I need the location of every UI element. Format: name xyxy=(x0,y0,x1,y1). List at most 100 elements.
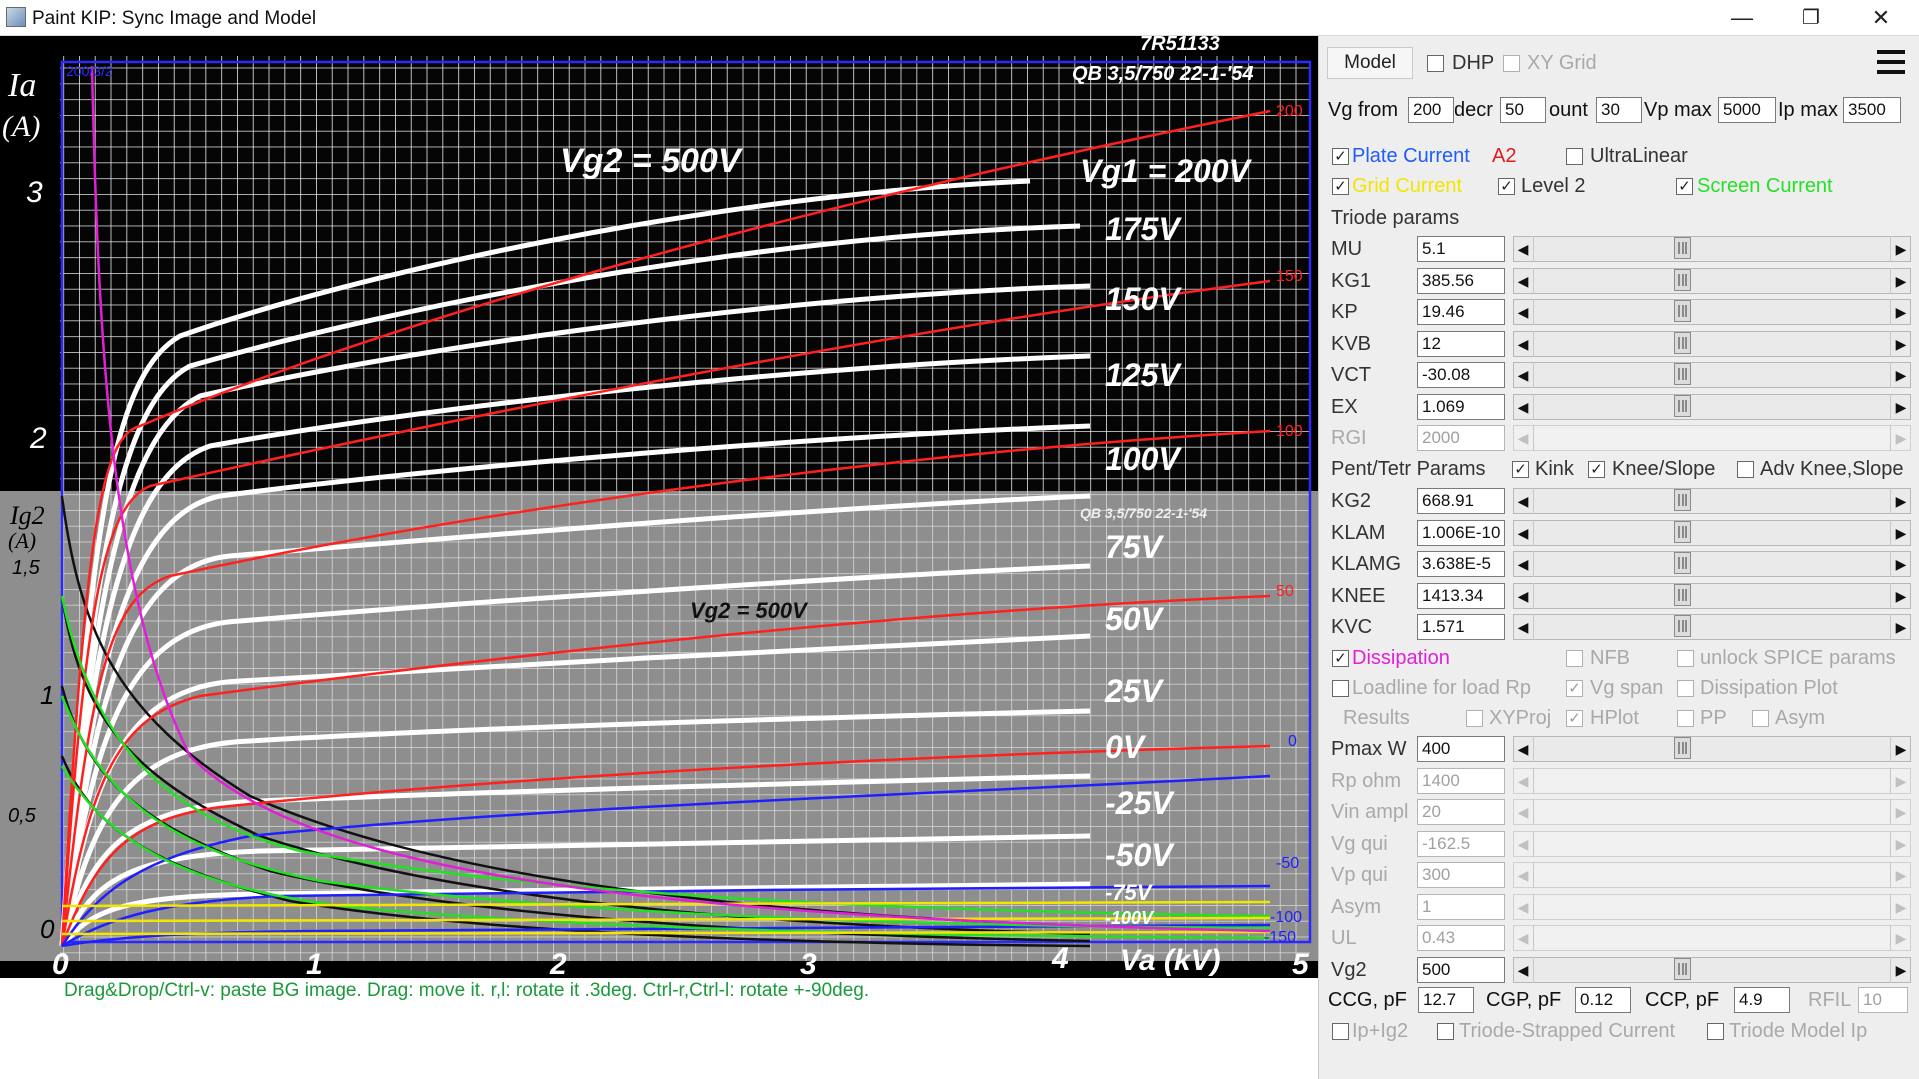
ccp-input[interactable] xyxy=(1734,987,1790,1013)
vp-max-input[interactable] xyxy=(1718,97,1776,123)
param-input-ex[interactable] xyxy=(1417,394,1505,420)
adv-knee-checkbox[interactable] xyxy=(1737,461,1754,478)
slider-kp[interactable]: ◀ ▶ xyxy=(1513,299,1911,325)
pent-params-heading: Pent/Tetr Params xyxy=(1331,458,1486,480)
overlay-label-0: 0 xyxy=(1288,733,1297,750)
status-hint: Drag&Drop/Ctrl-v: paste BG image. Drag: … xyxy=(64,980,870,1001)
model-button[interactable]: Model xyxy=(1327,47,1413,79)
param-input-kp[interactable] xyxy=(1417,299,1505,325)
xy-grid-checkbox[interactable] xyxy=(1503,55,1520,72)
close-button[interactable]: ✕ xyxy=(1847,0,1915,35)
slider-vg2[interactable]: ◀ ▶ xyxy=(1513,957,1911,983)
ip-ig2-checkbox[interactable] xyxy=(1332,1023,1349,1040)
param-input-vg2[interactable] xyxy=(1417,957,1505,983)
triode-model-ip-checkbox[interactable] xyxy=(1707,1023,1724,1040)
kink-checkbox[interactable]: ✓ xyxy=(1512,461,1529,478)
slider-klamg[interactable]: ◀ ▶ xyxy=(1513,551,1911,577)
cgp-input[interactable] xyxy=(1575,987,1631,1013)
vg-span-label: Vg span xyxy=(1590,677,1664,699)
slider-kvb[interactable]: ◀ ▶ xyxy=(1513,331,1911,357)
y-tick-2: 2 xyxy=(29,422,47,455)
pp-checkbox[interactable] xyxy=(1677,710,1694,727)
kink-label: Kink xyxy=(1535,458,1574,480)
dissipation-checkbox[interactable]: ✓ xyxy=(1332,650,1349,667)
param-input-knee[interactable] xyxy=(1417,583,1505,609)
triode-strapped-checkbox[interactable] xyxy=(1437,1023,1454,1040)
ultralinear-label: UltraLinear xyxy=(1590,145,1688,167)
level2-checkbox[interactable]: ✓ xyxy=(1498,178,1515,195)
cgp-label: CGP, pF xyxy=(1486,989,1562,1011)
plot-canvas[interactable]: 7R51133 QB 3,5/750 22-1-'54 QB 3,5/750 2… xyxy=(0,36,1318,978)
param-label-vin: Vin ampl xyxy=(1331,801,1409,823)
nfb-checkbox[interactable] xyxy=(1566,650,1583,667)
decr-input[interactable] xyxy=(1500,97,1546,123)
param-input-klam[interactable] xyxy=(1417,520,1505,546)
overlay-label-150: 150 xyxy=(1276,268,1303,285)
a2-label: A2 xyxy=(1492,145,1517,167)
param-input-kvc[interactable] xyxy=(1417,614,1505,640)
unlock-spice-label: unlock SPICE params xyxy=(1700,647,1896,669)
slider-mu[interactable]: ◀ ▶ xyxy=(1513,236,1911,262)
window-title: Paint KIP: Sync Image and Model xyxy=(32,8,317,29)
slider-kg1[interactable]: ◀ ▶ xyxy=(1513,268,1911,294)
minimize-button[interactable]: — xyxy=(1708,0,1776,35)
knee-slope-checkbox[interactable]: ✓ xyxy=(1588,461,1605,478)
param-input-asym xyxy=(1417,894,1505,920)
param-input-vg-qui xyxy=(1417,831,1505,857)
menu-icon[interactable] xyxy=(1877,50,1905,74)
slider-vct[interactable]: ◀ ▶ xyxy=(1513,362,1911,388)
unlock-spice-checkbox[interactable] xyxy=(1677,650,1694,667)
curve-label-0: 0V xyxy=(1105,729,1147,765)
curve-label-25: 25V xyxy=(1104,673,1165,709)
slider-kvc[interactable]: ◀ ▶ xyxy=(1513,614,1911,640)
param-input-vct[interactable] xyxy=(1417,362,1505,388)
loadline-checkbox[interactable] xyxy=(1332,680,1349,697)
vg-span-checkbox[interactable]: ✓ xyxy=(1566,680,1583,697)
grid-current-checkbox[interactable]: ✓ xyxy=(1332,178,1349,195)
vg-from-label: Vg from xyxy=(1328,99,1399,121)
asym-checkbox[interactable] xyxy=(1752,710,1769,727)
param-label-kg2: KG2 xyxy=(1331,490,1372,512)
ccp-label: CCP, pF xyxy=(1645,989,1720,1011)
param-input-vp-qui xyxy=(1417,862,1505,888)
status-strip: Drag&Drop/Ctrl-v: paste BG image. Drag: … xyxy=(0,978,1318,1079)
screen-current-checkbox[interactable]: ✓ xyxy=(1676,178,1693,195)
vg-from-input[interactable] xyxy=(1408,97,1454,123)
overlay-label-m100: -100 xyxy=(1270,909,1302,926)
slider-kg2[interactable]: ◀ ▶ xyxy=(1513,488,1911,514)
xyproj-label: XYProj xyxy=(1489,707,1552,729)
ccg-label: CCG, pF xyxy=(1328,989,1407,1011)
overlay-label-m150: -150 xyxy=(1264,929,1296,946)
param-input-kvb[interactable] xyxy=(1417,331,1505,357)
xyproj-checkbox[interactable] xyxy=(1466,710,1483,727)
dhp-checkbox[interactable] xyxy=(1427,55,1444,72)
count-input[interactable] xyxy=(1596,97,1642,123)
param-input-pmax[interactable] xyxy=(1417,736,1505,762)
param-label-klam: KLAM xyxy=(1331,522,1386,544)
slider-ex[interactable]: ◀ ▶ xyxy=(1513,394,1911,420)
ip-max-input[interactable] xyxy=(1843,97,1901,123)
ccg-input[interactable] xyxy=(1418,987,1474,1013)
decr-label: decr xyxy=(1454,99,1493,121)
param-label-vg-qui: Vg qui xyxy=(1331,833,1388,855)
param-input-klamg[interactable] xyxy=(1417,551,1505,577)
slider-knee[interactable]: ◀ ▶ xyxy=(1513,583,1911,609)
results-label: Results xyxy=(1343,707,1410,729)
slider-asym: ◀ ▶ xyxy=(1513,894,1911,920)
hplot-checkbox[interactable]: ✓ xyxy=(1566,710,1583,727)
triode-model-ip-label: Triode Model Ip xyxy=(1729,1020,1868,1042)
slider-pmax[interactable]: ◀ ▶ xyxy=(1513,736,1911,762)
param-input-kg2[interactable] xyxy=(1417,488,1505,514)
curve-label-m100: -100V xyxy=(1105,908,1155,928)
curve-label-125: 125V xyxy=(1105,357,1182,393)
ia-axis-unit: (A) xyxy=(2,110,40,143)
param-input-kg1[interactable] xyxy=(1417,268,1505,294)
ultralinear-checkbox[interactable] xyxy=(1566,148,1583,165)
restore-button[interactable]: ❐ xyxy=(1777,0,1845,35)
grid-current-label: Grid Current xyxy=(1352,175,1463,197)
dissipation-plot-checkbox[interactable] xyxy=(1677,680,1694,697)
plate-current-checkbox[interactable]: ✓ xyxy=(1332,148,1349,165)
param-input-mu[interactable] xyxy=(1417,236,1505,262)
param-input-rgi xyxy=(1417,425,1505,451)
slider-klam[interactable]: ◀ ▶ xyxy=(1513,520,1911,546)
